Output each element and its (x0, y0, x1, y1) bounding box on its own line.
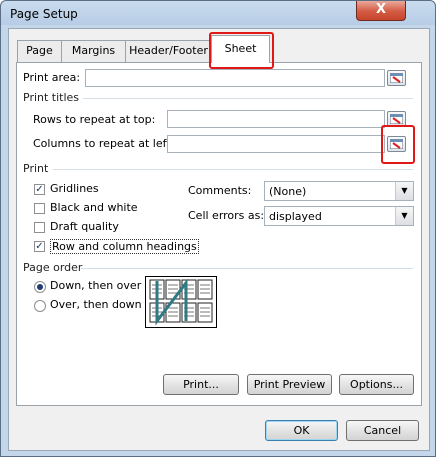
columns-button-highlight (381, 125, 415, 164)
title-bar: Page Setup X (1, 1, 435, 27)
gridlines-label: Gridlines (50, 182, 99, 195)
close-button[interactable]: X (356, 1, 406, 21)
page-order-preview (145, 276, 217, 328)
cell-errors-label: Cell errors as: (188, 209, 265, 222)
over-then-down-radio[interactable] (34, 300, 46, 312)
options-button[interactable]: Options... (339, 374, 414, 395)
dialog-client: Page Margins Header/Footer Sheet Print a… (8, 28, 430, 451)
comments-dropdown[interactable]: (None) ▼ (264, 181, 414, 201)
chevron-down-icon: ▼ (395, 182, 413, 200)
cell-errors-dropdown[interactable]: displayed ▼ (264, 206, 414, 226)
tab-header-footer[interactable]: Header/Footer (125, 40, 212, 62)
cancel-button[interactable]: Cancel (346, 420, 419, 441)
print-area-label: Print area: (23, 71, 81, 84)
print-titles-separator (83, 98, 413, 99)
row-column-headings-checkbox[interactable]: ✓ (34, 241, 45, 252)
page-order-separator (81, 268, 413, 269)
black-and-white-label: Black and white (50, 201, 138, 214)
collapse-dialog-icon (390, 114, 403, 124)
black-and-white-checkbox[interactable] (34, 203, 45, 214)
rows-to-repeat-label: Rows to repeat at top: (33, 113, 156, 126)
collapse-dialog-icon (390, 73, 403, 83)
print-titles-group-label: Print titles (23, 91, 80, 104)
rows-to-repeat-input[interactable] (167, 110, 385, 128)
row-column-headings-label: Row and column headings (50, 239, 199, 254)
comments-label: Comments: (188, 184, 252, 197)
tab-page[interactable]: Page (17, 40, 62, 62)
tab-margins[interactable]: Margins (61, 40, 126, 62)
print-separator (53, 169, 413, 170)
ok-button[interactable]: OK (265, 420, 338, 441)
draft-quality-label: Draft quality (50, 220, 119, 233)
page-order-group-label: Page order (23, 261, 83, 274)
sheet-panel: Print area: Print titles Rows to repeat … (16, 62, 422, 406)
sheet-tab-highlight (209, 32, 274, 69)
gridlines-checkbox[interactable]: ✓ (34, 184, 45, 195)
comments-value: (None) (269, 185, 307, 198)
page-order-preview-icon (149, 278, 213, 326)
columns-to-repeat-label: Columns to repeat at left: (33, 137, 175, 150)
print-area-collapse-button[interactable] (387, 70, 406, 86)
print-button[interactable]: Print... (163, 374, 239, 395)
print-group-label: Print (23, 162, 49, 175)
over-then-down-label: Over, then down (50, 298, 142, 311)
page-setup-dialog: Page Setup X Page Margins Header/Footer … (0, 0, 436, 457)
down-then-over-radio[interactable] (34, 281, 46, 293)
cell-errors-value: displayed (269, 210, 322, 223)
down-then-over-label: Down, then over (50, 279, 142, 292)
chevron-down-icon: ▼ (395, 207, 413, 225)
window-title: Page Setup (10, 7, 78, 21)
columns-to-repeat-input[interactable] (167, 135, 385, 153)
print-preview-button[interactable]: Print Preview (247, 374, 332, 395)
draft-quality-checkbox[interactable] (34, 222, 45, 233)
print-area-input[interactable] (85, 69, 385, 87)
